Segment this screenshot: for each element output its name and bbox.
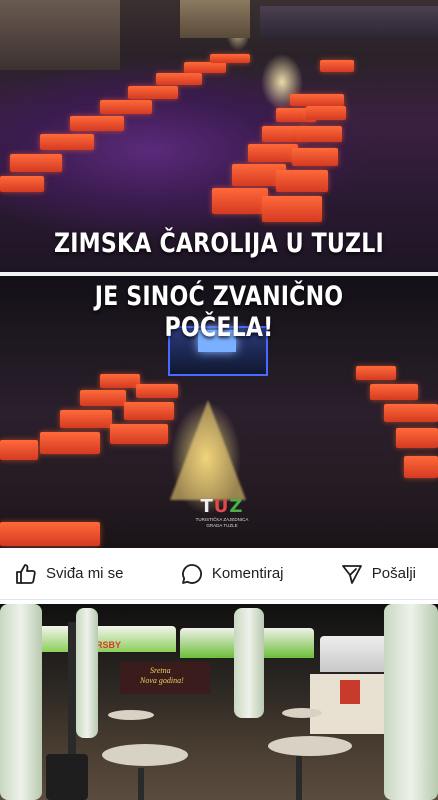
market-stall	[0, 522, 100, 546]
market-stall	[404, 456, 438, 478]
market-stall	[80, 390, 126, 406]
market-stall	[384, 404, 438, 422]
market-stall	[248, 144, 298, 162]
market-stall	[396, 428, 438, 448]
comment-label: Komentiraj	[211, 565, 284, 582]
round-table	[102, 744, 188, 766]
like-label: Sviđa mi se	[46, 565, 124, 582]
post-image[interactable]: ZIMSKA ČAROLIJA U TUZLI JE SINOĆ ZVANIČN…	[0, 0, 438, 548]
market-stall	[370, 384, 418, 400]
market-stall	[0, 176, 44, 192]
market-stall	[262, 196, 322, 222]
tourism-board-logo: TUZ TURISTIČKA ZAJEDNICA GRADA TUZLE	[186, 496, 258, 532]
market-stall	[136, 384, 178, 398]
round-table	[108, 710, 154, 720]
wrapped-umbrella	[234, 608, 264, 718]
like-button[interactable]: Sviđa mi se	[14, 562, 124, 586]
comment-bubble-icon	[181, 563, 202, 584]
building	[260, 6, 438, 40]
market-stall	[184, 62, 226, 73]
booth-poster	[340, 680, 360, 704]
market-stall	[0, 440, 38, 460]
building	[0, 0, 120, 70]
market-stall	[292, 148, 338, 166]
heater-base	[46, 754, 88, 800]
building	[180, 0, 250, 38]
market-stall	[124, 402, 174, 420]
market-stall	[320, 60, 354, 72]
market-stall	[100, 100, 152, 114]
wrapped-umbrella	[0, 604, 42, 800]
send-icon	[341, 564, 362, 584]
wrapped-umbrella	[384, 604, 438, 800]
market-stall	[300, 126, 342, 142]
market-stall	[306, 106, 346, 120]
market-stall	[70, 116, 124, 131]
banner-text-line-2: Nova godina!	[140, 676, 184, 685]
round-table	[282, 708, 322, 718]
next-post-image[interactable]: RSBY Sretna Nova godina!	[0, 604, 438, 800]
wrapped-umbrella	[76, 608, 98, 738]
table-leg	[138, 768, 144, 800]
thumbs-up-icon	[16, 563, 36, 584]
headline-line-2: JE SINOĆ ZVANIČNO POČELA!	[94, 281, 344, 343]
christmas-tree	[170, 400, 246, 500]
market-stall	[290, 94, 344, 106]
market-stall	[356, 366, 396, 380]
market-tent	[320, 636, 388, 672]
market-stall	[110, 424, 168, 444]
shop-sign: RSBY	[96, 640, 122, 650]
comment-button[interactable]: Komentiraj	[180, 562, 284, 586]
market-stall	[40, 134, 94, 150]
post-action-bar: Sviđa mi se Komentiraj Pošalji	[0, 548, 438, 600]
share-button[interactable]: Pošalji	[340, 562, 416, 586]
share-label: Pošalji	[371, 565, 416, 582]
market-stall	[212, 188, 268, 214]
market-stall	[210, 54, 250, 63]
market-stall	[100, 374, 140, 388]
market-stall	[128, 86, 178, 99]
table-leg	[296, 756, 302, 800]
headline-line-1: ZIMSKA ČAROLIJA U TUZLI	[54, 228, 384, 259]
banner-text-line-1: Sretna	[150, 666, 171, 675]
market-stall	[40, 432, 100, 454]
market-stall	[156, 73, 202, 85]
round-table	[268, 736, 352, 756]
market-stall	[10, 154, 62, 172]
market-stall	[60, 410, 112, 428]
market-stall	[276, 170, 328, 192]
logo-caption-line-2: GRADA TUZLE	[206, 523, 238, 528]
